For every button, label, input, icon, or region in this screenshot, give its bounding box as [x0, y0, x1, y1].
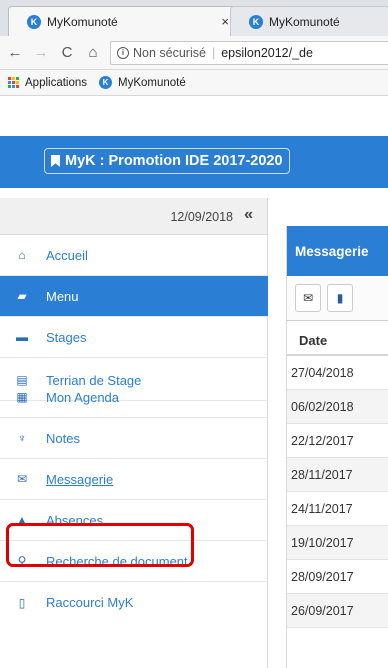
table-row[interactable]: 26/09/2017 [287, 594, 388, 628]
table-row[interactable]: 28/11/2017 [287, 458, 388, 492]
address-bar[interactable]: i Non sécurisé | epsilon2012/_de [110, 40, 388, 65]
info-icon[interactable]: i [117, 46, 129, 59]
sidebar-item-messagerie[interactable]: ✉ Messagerie [0, 459, 268, 500]
sidebar-item-stages[interactable]: ▬ Stages [0, 317, 268, 358]
sidebar-item-label: Absences [46, 512, 104, 528]
home-icon[interactable]: ⌂ [82, 42, 104, 64]
table-row[interactable]: 22/12/2017 [287, 424, 388, 458]
mykomunote-favicon-icon: K [27, 14, 41, 29]
table-row[interactable]: 28/09/2017 [287, 560, 388, 594]
collapse-sidebar-icon[interactable]: « [244, 206, 253, 224]
bookmark-mykomunote[interactable]: K MyKomunoté [99, 76, 186, 89]
table-row[interactable]: 19/10/2017 [287, 526, 388, 560]
sidebar-item-label: Messagerie [46, 471, 114, 487]
browser-toolbar: ← → C ⌂ i Non sécurisé | epsilon2012/_de [0, 36, 388, 70]
security-status: Non sécurisé [133, 45, 206, 60]
close-tab-icon[interactable]: × [221, 14, 229, 29]
mykomunote-favicon-icon: K [249, 14, 263, 29]
omnibox-divider: | [211, 45, 216, 60]
sidebar-item-menu[interactable]: ▰ Menu [0, 276, 268, 317]
column-header-date[interactable]: Date [287, 321, 388, 356]
brand-title[interactable]: MyK : Promotion IDE 2017-2020 [44, 148, 290, 174]
sidebar-item-recherche-de-document[interactable]: ⚲ Recherche de document [0, 541, 268, 582]
panel-toolbar: ✉ ▮ [287, 276, 388, 321]
back-icon[interactable]: ← [4, 42, 26, 64]
browser-tab-active[interactable]: K MyKomunoté × [8, 6, 240, 36]
bookmark-applications[interactable]: Applications [8, 77, 87, 89]
sidebar-item-label: Stages [46, 329, 87, 345]
sidebar-item-label: Accueil [46, 247, 88, 263]
browser-tab-inactive[interactable]: K MyKomunoté [230, 6, 388, 36]
table-row[interactable]: 27/04/2018 [287, 356, 388, 390]
sidebar-item-raccourci-myk[interactable]: ▯ Raccourci MyK [0, 582, 268, 623]
url-text: epsilon2012/_de [221, 45, 313, 60]
envelope-icon: ✉ [16, 472, 28, 486]
tab-title: MyKomunoté [269, 14, 340, 29]
search-icon: ⚲ [17, 554, 27, 568]
mobile-icon: ▯ [18, 595, 26, 610]
reload-icon[interactable]: C [56, 42, 78, 64]
calendar-icon: ▦ [16, 390, 28, 404]
bookmark-label: MyKomunoté [118, 76, 186, 89]
sidebar-item-accueil[interactable]: ⌂ Accueil [0, 235, 268, 276]
bell-icon: ▲ [16, 513, 28, 527]
sidebar-date-row: 12/09/2018 « [0, 198, 267, 235]
bookmark-icon [51, 155, 60, 167]
sidebar-item-label: Raccourci MyK [46, 595, 134, 610]
sidebar-item-absences[interactable]: ▲ Absences [0, 500, 268, 541]
bookmarks-bar: Applications K MyKomunoté [0, 70, 388, 96]
table-row[interactable]: 24/11/2017 [287, 492, 388, 526]
trophy-icon: ♆ [17, 431, 27, 445]
current-date: 12/09/2018 [170, 210, 233, 224]
contacts-book-icon[interactable]: ▮ [327, 284, 353, 312]
table-row[interactable]: 06/02/2018 [287, 390, 388, 424]
sidebar-item-label: Mon Agenda [46, 389, 120, 405]
sidebar-item-label: Menu [46, 288, 79, 304]
compose-envelope-icon[interactable]: ✉ [295, 284, 321, 312]
forward-icon[interactable]: → [30, 42, 52, 64]
messagerie-panel: Messagerie ✉ ▮ Date 27/04/2018 06/02/201… [286, 226, 388, 668]
browser-tab-strip: K MyKomunoté × K MyKomunoté [0, 0, 388, 36]
sidebar-item-label: Recherche de document [46, 553, 188, 569]
apps-grid-icon [8, 77, 19, 88]
mykomunote-favicon-icon: K [99, 76, 113, 89]
home-icon: ⌂ [18, 248, 26, 262]
sidebar-item-notes[interactable]: ♆ Notes [0, 418, 268, 459]
folder-icon: ▬ [16, 330, 28, 344]
panel-title: Messagerie [287, 226, 388, 276]
sidebar-item-mon-agenda[interactable]: ▦ Mon Agenda [0, 377, 268, 418]
brand-label: MyK : Promotion IDE 2017-2020 [65, 153, 283, 169]
book-icon: ▰ [17, 289, 27, 303]
sidebar-item-label: Notes [46, 430, 80, 446]
tab-title: MyKomunoté [47, 14, 118, 29]
app-header: MyK : Promotion IDE 2017-2020 [0, 136, 388, 188]
bookmark-label: Applications [25, 76, 88, 89]
